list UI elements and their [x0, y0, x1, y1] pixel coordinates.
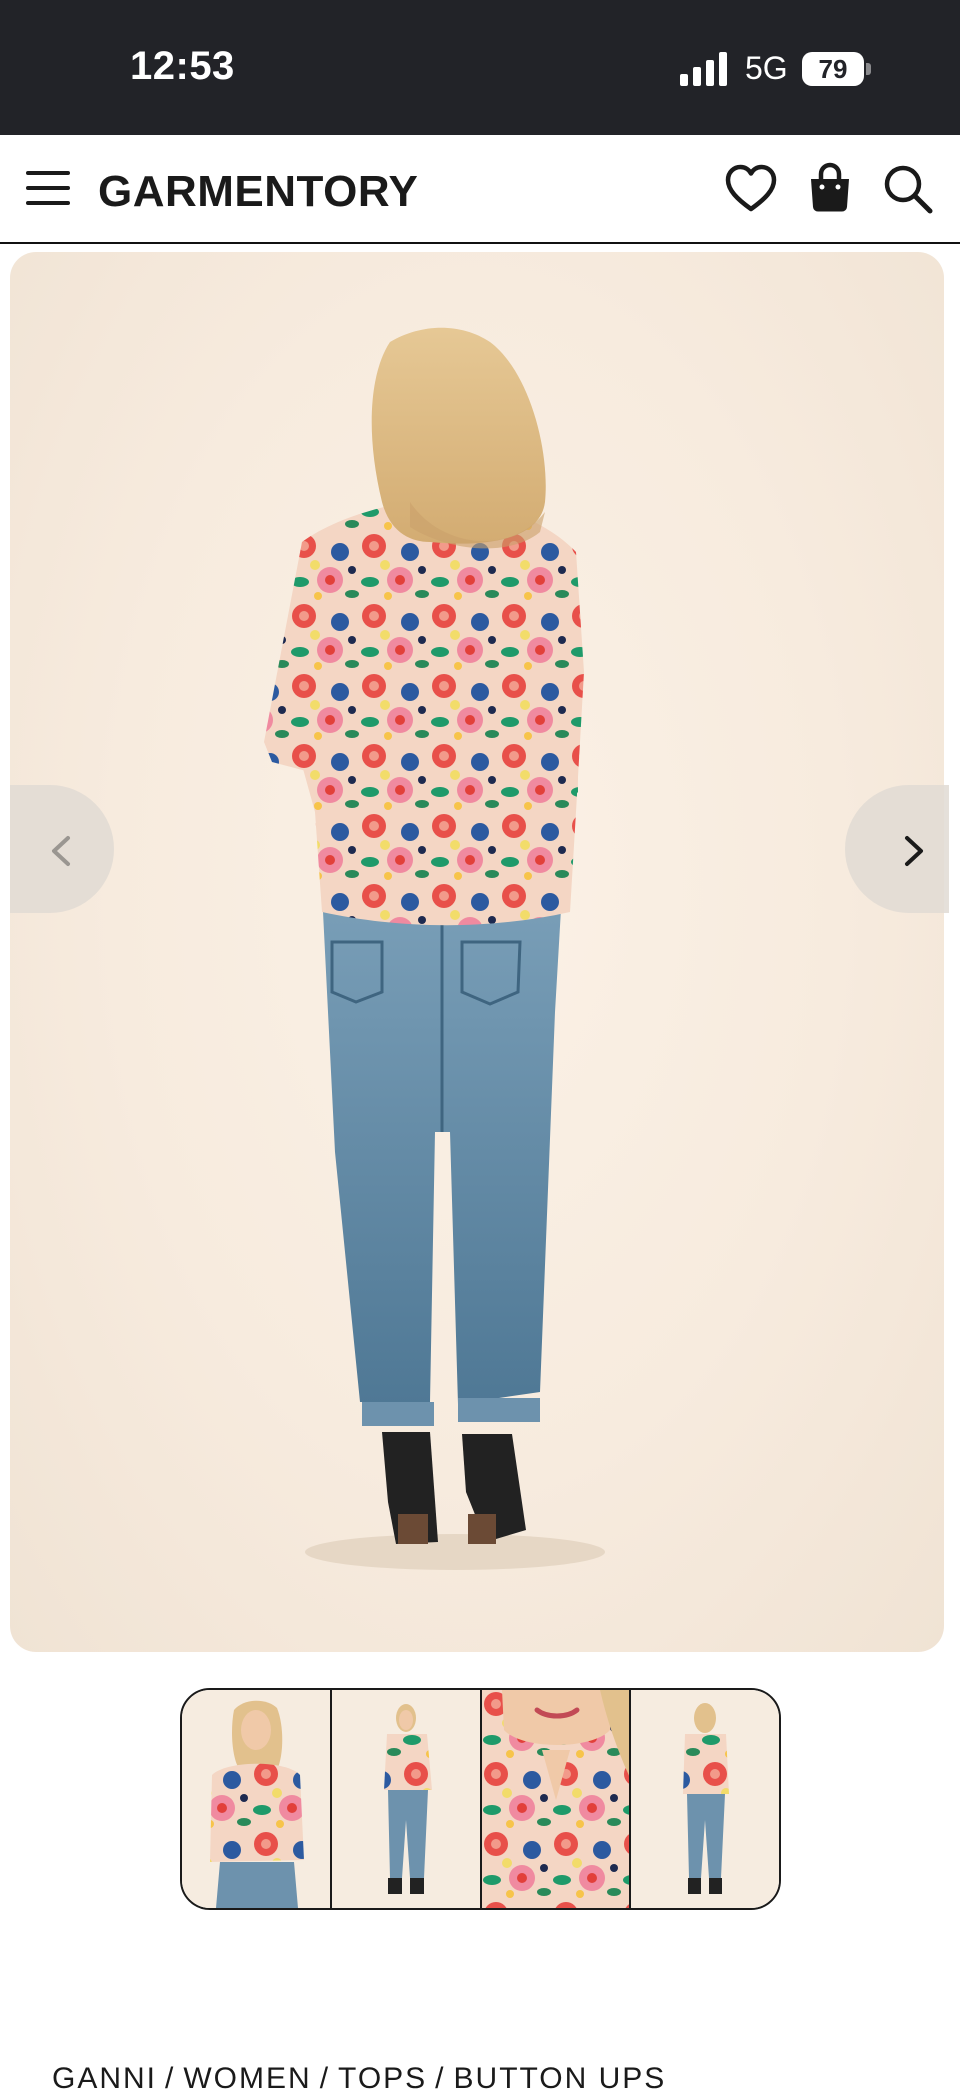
thumbnail-1[interactable]	[182, 1690, 330, 1908]
site-header: GARMENTORY	[0, 135, 960, 244]
breadcrumb-item-button-ups[interactable]: BUTTON UPS	[454, 2062, 667, 2095]
thumbnail-2[interactable]	[329, 1690, 480, 1908]
breadcrumb-item-brand[interactable]: GANNI	[52, 2062, 157, 2095]
model-back-view-illustration	[264, 327, 605, 1570]
status-bar: 12:53 5G 79	[0, 0, 960, 135]
chevron-left-icon	[52, 836, 70, 866]
breadcrumb-separator: /	[435, 2062, 446, 2095]
site-logo[interactable]: GARMENTORY	[98, 167, 418, 217]
thumbnail-4[interactable]	[629, 1690, 779, 1908]
signal-icon	[680, 52, 727, 86]
breadcrumb-item-tops[interactable]: TOPS	[338, 2062, 427, 2095]
breadcrumb-separator: /	[319, 2062, 331, 2095]
menu-icon[interactable]	[26, 167, 72, 209]
thumbnail-3[interactable]	[479, 1690, 630, 1908]
breadcrumb: GANNI / WOMEN / TOPS / BUTTON UPS	[52, 2062, 666, 2096]
thumbnail-strip	[180, 1688, 781, 1910]
battery-level: 79	[818, 54, 848, 84]
product-main-image[interactable]	[10, 252, 944, 1652]
network-type: 5G	[745, 50, 788, 86]
heart-icon[interactable]	[723, 161, 779, 217]
search-icon[interactable]	[880, 161, 936, 217]
battery-icon: 79	[802, 52, 872, 86]
breadcrumb-item-women[interactable]: WOMEN	[183, 2062, 311, 2095]
chevron-right-icon	[905, 836, 923, 866]
shopping-bag-icon[interactable]	[802, 161, 858, 217]
status-time: 12:53	[130, 44, 235, 88]
breadcrumb-separator: /	[165, 2062, 176, 2095]
